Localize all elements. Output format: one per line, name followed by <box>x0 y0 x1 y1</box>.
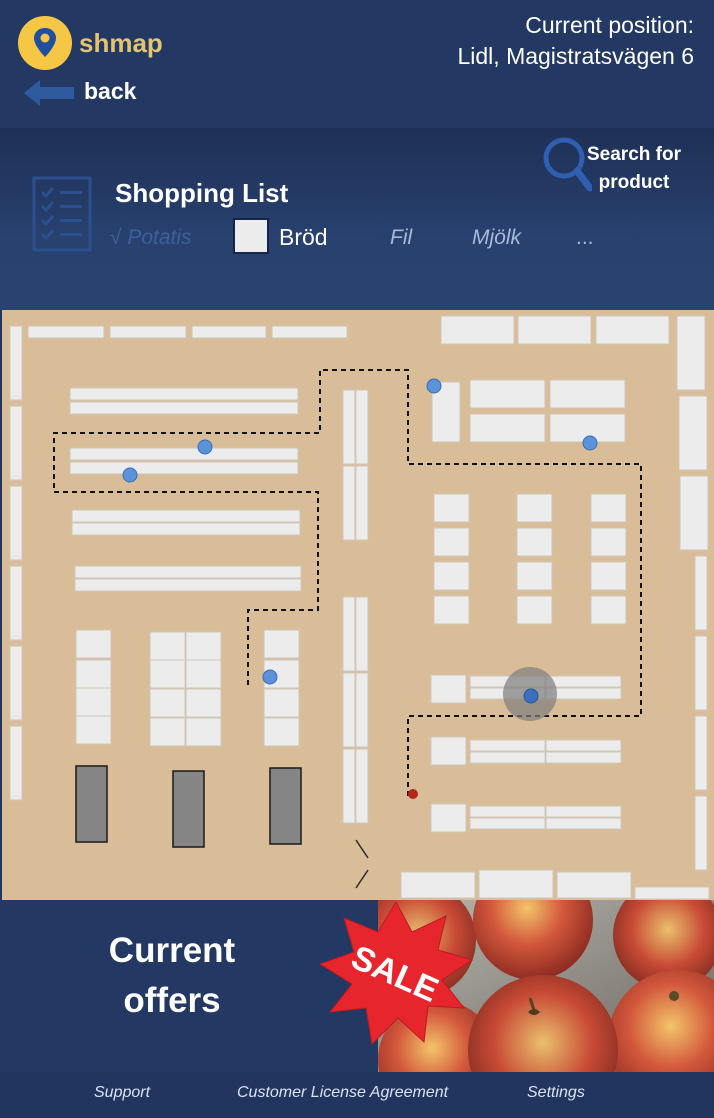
list-item-fil[interactable]: Fil <box>390 226 412 250</box>
start-position-dot <box>408 789 418 799</box>
search-label-line1: Search for <box>587 144 681 165</box>
search-product-button[interactable]: Search for product <box>584 141 684 197</box>
current-position-store: Lidl, Magistratsvägen 6 <box>457 43 694 69</box>
footer-support-link[interactable]: Support <box>94 1084 150 1102</box>
back-label[interactable]: back <box>84 78 136 105</box>
product-marker[interactable] <box>426 378 442 394</box>
product-marker[interactable] <box>197 439 213 455</box>
checklist-icon <box>32 176 92 252</box>
list-item-potatis[interactable]: √ Potatis <box>110 226 192 250</box>
arrow-left-icon <box>24 80 74 106</box>
footer-license-link[interactable]: Customer License Agreement <box>237 1084 448 1102</box>
checkout-counter <box>269 767 302 845</box>
shopping-list-title: Shopping List <box>115 178 289 208</box>
checkout-counter <box>75 765 108 843</box>
product-marker[interactable] <box>582 435 598 451</box>
brand-name: shmap <box>79 28 163 58</box>
product-marker[interactable] <box>122 467 138 483</box>
product-marker[interactable] <box>262 669 278 685</box>
list-item-brod[interactable]: Bröd <box>279 224 328 251</box>
current-position: Current position: Lidl, Magistratsvägen … <box>457 10 694 72</box>
search-label-line2: product <box>598 172 670 193</box>
current-position-label: Current position: <box>525 12 694 38</box>
list-item-mjolk[interactable]: Mjölk <box>472 226 521 250</box>
location-pin-icon <box>34 28 56 57</box>
footer-settings-link[interactable]: Settings <box>527 1084 585 1102</box>
logo <box>18 16 72 70</box>
target-product-marker[interactable] <box>523 688 539 704</box>
offers-title-line2: offers <box>123 981 221 1020</box>
list-item-more[interactable]: ... <box>576 226 594 250</box>
store-map[interactable] <box>2 310 714 900</box>
checkout-counter <box>172 770 205 848</box>
offers-title-line1: Current <box>108 931 236 970</box>
current-offers-title[interactable]: Current offers <box>60 926 284 1026</box>
item-checkbox-brod[interactable] <box>233 218 269 254</box>
store-floorplan <box>9 315 710 900</box>
sale-badge[interactable]: SALE <box>316 898 476 1048</box>
